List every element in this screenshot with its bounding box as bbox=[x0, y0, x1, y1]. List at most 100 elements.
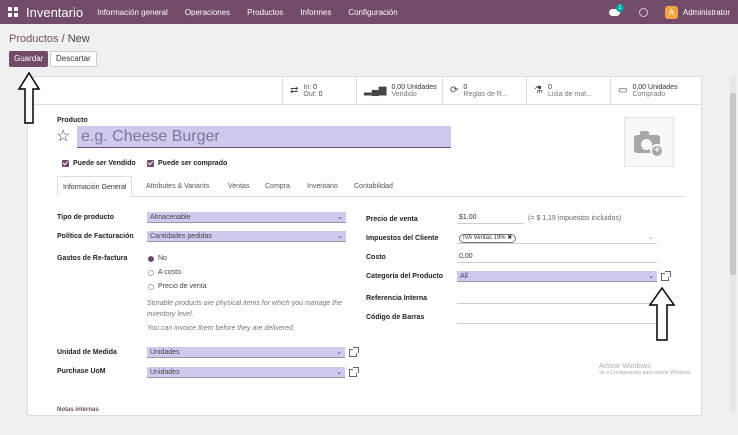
product-type-select[interactable]: Almacenable ⌄ bbox=[147, 212, 346, 223]
app-name[interactable]: Inventario bbox=[26, 5, 83, 20]
barcode-input[interactable] bbox=[457, 311, 657, 324]
menu-configuracion[interactable]: Configuración bbox=[348, 8, 397, 17]
plus-icon: + bbox=[650, 144, 664, 158]
reinvoice-option-no[interactable]: No bbox=[148, 255, 167, 262]
product-label: Producto bbox=[57, 117, 88, 124]
chevron-down-icon: ⌄ bbox=[648, 273, 654, 280]
sale-price-input[interactable]: $1,00 bbox=[457, 211, 524, 224]
customer-taxes-label: Impuestos del Cliente bbox=[366, 235, 439, 242]
chevron-down-icon: ⌄ bbox=[336, 349, 342, 356]
reinvoice-option-cost[interactable]: A costo bbox=[148, 269, 181, 276]
tab-attributes-variants[interactable]: Attributes & Variants bbox=[146, 176, 209, 197]
menu-informacion-general[interactable]: Información general bbox=[97, 8, 168, 17]
external-link-icon[interactable] bbox=[349, 367, 359, 377]
category-value: All bbox=[460, 273, 468, 280]
credit-card-icon: ▭ bbox=[618, 85, 628, 96]
breadcrumb-separator: / bbox=[58, 33, 68, 45]
save-button[interactable]: Guardar bbox=[9, 51, 49, 67]
external-link-icon[interactable] bbox=[349, 347, 359, 357]
purchase-uom-value: Unidades bbox=[150, 369, 180, 376]
sale-price-label: Precio de venta bbox=[366, 216, 418, 223]
reinvoice-label: Gastos de Re-factura bbox=[57, 255, 128, 262]
tab-ventas[interactable]: Ventas bbox=[228, 176, 249, 197]
watermark-subtitle: Ve a Configuración para activar Windows. bbox=[599, 370, 692, 376]
radio-unselected-icon bbox=[148, 283, 154, 290]
product-name-input[interactable]: e.g. Cheese Burger bbox=[77, 126, 451, 148]
transfer-arrows-icon: ⇄ bbox=[290, 85, 299, 96]
invoice-policy-label: Política de Facturación bbox=[57, 233, 134, 240]
scrollbar-thumb[interactable] bbox=[730, 93, 736, 275]
reinvoice-option-sale-price-label: Precio de venta bbox=[158, 283, 207, 290]
product-type-help: Storable products are physical items for… bbox=[147, 300, 342, 318]
cost-input[interactable]: 0,00 bbox=[457, 250, 657, 263]
checkbox-checked-icon bbox=[147, 160, 154, 167]
purchase-uom-label: Purchase UoM bbox=[57, 368, 106, 375]
reinvoice-option-no-label: No bbox=[158, 255, 167, 262]
radio-selected-icon bbox=[148, 255, 154, 262]
tab-contabilidad[interactable]: Contabilidad bbox=[354, 176, 393, 197]
pricelist-value: 0 bbox=[547, 83, 552, 91]
tax-tag-label: IVA Ventas 19% bbox=[463, 235, 506, 241]
purchase-uom-select[interactable]: Unidades ⌄ bbox=[147, 367, 345, 378]
invoice-policy-select[interactable]: Cantidades pedidas ⌄ bbox=[147, 231, 346, 242]
checkbox-checked-icon bbox=[62, 160, 69, 167]
purchased-value: 0,00 Unidades bbox=[632, 83, 678, 91]
avatar[interactable]: A bbox=[664, 5, 678, 19]
breadcrumb-current: New bbox=[67, 33, 90, 45]
can-be-purchased-label: Puede ser comprado bbox=[158, 160, 228, 167]
invoice-policy-value: Cantidades pedidas bbox=[150, 233, 212, 240]
uom-label: Unidad de Medida bbox=[57, 349, 117, 356]
invoice-policy-help: You can invoice them before they are del… bbox=[147, 325, 295, 332]
smart-buttons-divider bbox=[28, 104, 703, 105]
reinvoice-option-sale-price[interactable]: Precio de venta bbox=[148, 283, 207, 290]
can-be-purchased-checkbox[interactable]: Puede ser comprado bbox=[147, 160, 227, 167]
form-tabs: Información General Attributes & Variant… bbox=[57, 176, 685, 197]
chevron-down-icon: ⌄ bbox=[336, 369, 342, 376]
tab-compra[interactable]: Compra bbox=[265, 176, 290, 197]
star-icon[interactable]: ☆ bbox=[56, 126, 70, 146]
category-select[interactable]: All ⌄ bbox=[457, 271, 657, 282]
smart-button-sold[interactable]: ▂▄▆ 0,00 Unidades Vendido bbox=[356, 77, 442, 104]
menu-productos[interactable]: Productos bbox=[247, 8, 283, 17]
top-navbar: Inventario Información general Operacion… bbox=[0, 0, 738, 24]
smart-button-bill-of-materials[interactable]: ⚗ 0 Lista de mat... bbox=[526, 77, 610, 104]
breadcrumb-parent[interactable]: Productos bbox=[9, 33, 59, 45]
form-sheet: ⇄ In: 0 Out: 0 ▂▄▆ 0,00 Unidades Vendido… bbox=[27, 76, 703, 416]
product-type-value: Almacenable bbox=[150, 214, 191, 221]
tab-informacion-general[interactable]: Información General bbox=[57, 176, 133, 197]
pricelist-label: Lista de mat... bbox=[547, 90, 592, 98]
tab-inventario[interactable]: Inventario bbox=[307, 176, 338, 197]
chevron-down-icon: ⌄ bbox=[648, 234, 654, 241]
user-name[interactable]: Administrator bbox=[683, 8, 730, 17]
external-link-icon[interactable] bbox=[661, 271, 671, 281]
page-scrollbar[interactable] bbox=[730, 76, 736, 414]
sold-label: Vendido bbox=[391, 90, 417, 98]
discard-button[interactable]: Descartar bbox=[50, 51, 97, 67]
purchased-label: Comprado bbox=[632, 90, 666, 98]
internal-notes-label: Notas internas bbox=[57, 407, 99, 413]
smart-button-purchased[interactable]: ▭ 0,00 Unidades Comprado bbox=[610, 77, 703, 104]
uom-select[interactable]: Unidades ⌄ bbox=[147, 347, 345, 358]
chat-badge: 1 bbox=[615, 4, 624, 12]
sold-value: 0,00 Unidades bbox=[391, 83, 437, 91]
menu-informes[interactable]: Informes bbox=[300, 8, 331, 17]
smart-button-in-out[interactable]: ⇄ In: 0 Out: 0 bbox=[282, 77, 356, 104]
out-label: Out: bbox=[303, 90, 317, 98]
smart-button-reorder-rules[interactable]: ⟳ 0 Reglas de R... bbox=[442, 77, 526, 104]
can-be-sold-checkbox[interactable]: Puede ser Vendido bbox=[62, 160, 136, 167]
reinvoice-option-cost-label: A costo bbox=[158, 269, 181, 276]
in-value: 0 bbox=[313, 83, 318, 91]
activity-clock-icon[interactable] bbox=[638, 7, 648, 17]
chat-icon[interactable]: 1 bbox=[608, 4, 624, 17]
close-icon[interactable]: ✖ bbox=[507, 235, 512, 241]
menu-operaciones[interactable]: Operaciones bbox=[185, 8, 230, 17]
annotation-arrow-up-icon bbox=[17, 72, 41, 124]
reorder-label: Reglas de R... bbox=[463, 90, 508, 98]
tax-tag[interactable]: IVA Ventas 19% ✖ bbox=[459, 234, 517, 243]
product-image-upload[interactable]: + bbox=[624, 117, 674, 167]
chevron-down-icon: ⌄ bbox=[337, 233, 343, 240]
internal-ref-input[interactable] bbox=[457, 291, 657, 304]
apps-menu-icon[interactable] bbox=[8, 7, 18, 17]
product-type-label: Tipo de producto bbox=[57, 214, 115, 221]
flask-icon: ⚗ bbox=[534, 85, 543, 96]
